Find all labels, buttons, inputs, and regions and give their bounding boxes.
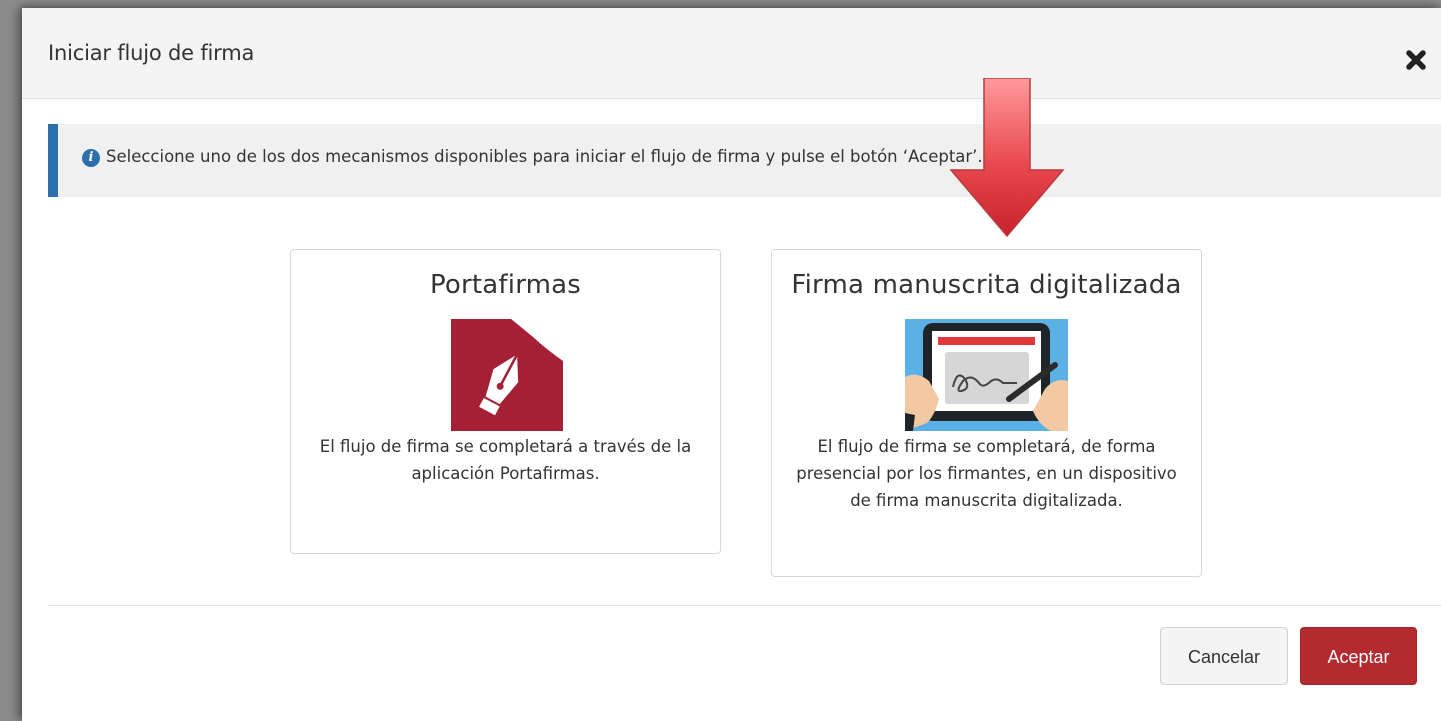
option-title: Portafirmas (429, 270, 582, 300)
info-message: Seleccione uno de los dos mecanismos dis… (106, 147, 983, 166)
tablet-signature-icon (905, 319, 1068, 431)
down-arrow-annotation (949, 78, 1065, 238)
fountain-pen-icon (451, 319, 563, 431)
accept-button[interactable]: Aceptar (1300, 627, 1417, 685)
close-button[interactable] (1401, 45, 1431, 75)
option-firma-manuscrita[interactable]: Firma manuscrita digitalizada El flujo d… (771, 249, 1202, 577)
dialog-title: Iniciar flujo de firma (48, 41, 255, 65)
info-circle-icon: i (82, 149, 100, 167)
footer-divider (48, 605, 1441, 606)
info-alert: i Seleccione uno de los dos mecanismos d… (48, 124, 1441, 197)
cancel-button[interactable]: Cancelar (1160, 627, 1288, 685)
option-title: Firma manuscrita digitalizada (791, 270, 1182, 300)
option-description: El flujo de firma se completará a través… (319, 437, 692, 483)
option-portafirmas[interactable]: Portafirmas El flujo de firma se complet… (290, 249, 721, 554)
option-description: El flujo de firma se completará, de form… (796, 437, 1177, 510)
close-icon (1406, 50, 1426, 70)
dialog-header: Iniciar flujo de firma (22, 8, 1441, 99)
sign-flow-dialog: Iniciar flujo de firma i Seleccione uno … (22, 8, 1441, 721)
